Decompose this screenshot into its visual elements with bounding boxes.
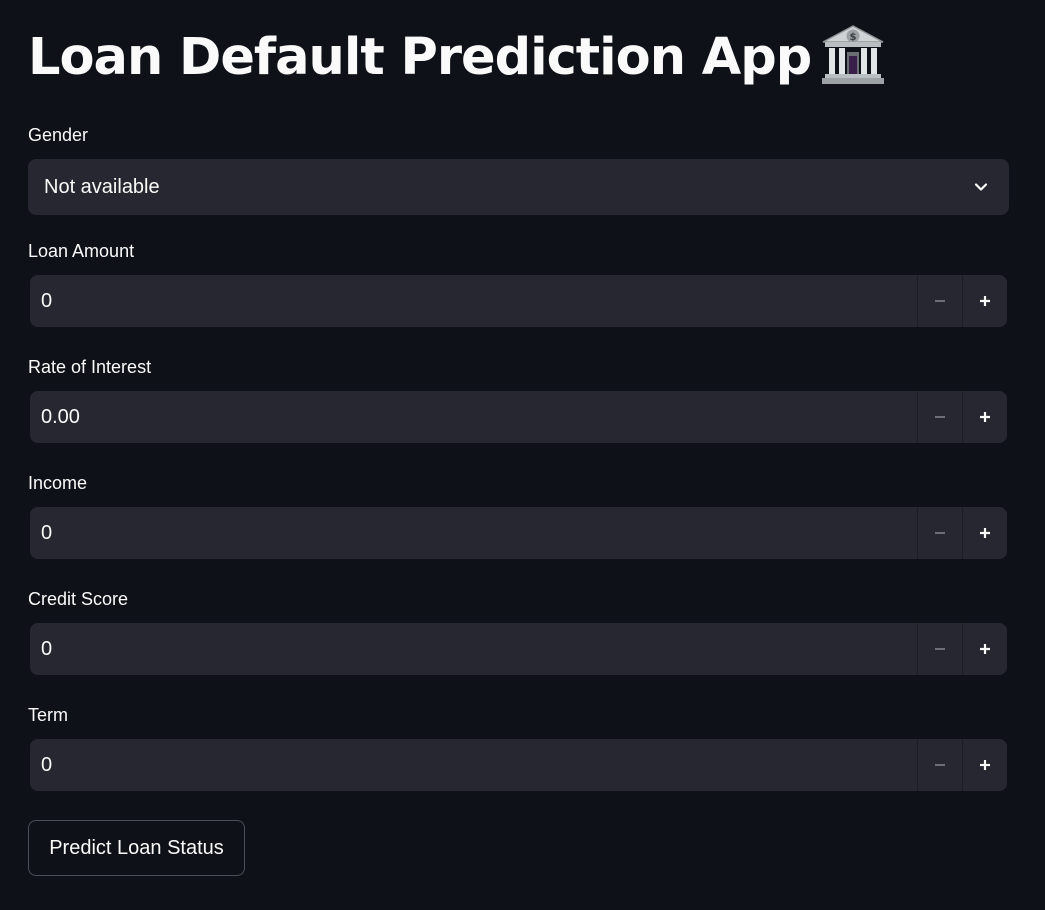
- term-group: Term: [28, 702, 1008, 791]
- term-label: Term: [28, 705, 68, 725]
- plus-icon: [980, 760, 990, 770]
- plus-icon: [980, 296, 990, 306]
- income-increment-button[interactable]: [962, 507, 1007, 559]
- predict-loan-status-button[interactable]: Predict Loan Status: [28, 820, 245, 876]
- rate-of-interest-input[interactable]: [30, 391, 917, 443]
- loan-amount-field: [30, 275, 1007, 327]
- gender-select[interactable]: Not available: [28, 159, 1009, 215]
- credit-score-decrement-button[interactable]: [917, 623, 962, 675]
- credit-score-increment-button[interactable]: [962, 623, 1007, 675]
- income-input[interactable]: [30, 507, 917, 559]
- minus-icon: [935, 764, 945, 766]
- minus-icon: [935, 416, 945, 418]
- minus-icon: [935, 300, 945, 302]
- income-field: [30, 507, 1007, 559]
- term-input[interactable]: [30, 739, 917, 791]
- rate-of-interest-field: [30, 391, 1007, 443]
- gender-selected-value: Not available: [44, 175, 160, 198]
- income-group: Income: [28, 470, 1008, 559]
- chevron-down-icon: [974, 183, 988, 191]
- loan-amount-group: Loan Amount: [28, 238, 1008, 327]
- credit-score-group: Credit Score: [28, 586, 1008, 675]
- plus-icon: [980, 528, 990, 538]
- rate-of-interest-increment-button[interactable]: [962, 391, 1007, 443]
- plus-icon: [980, 644, 990, 654]
- loan-amount-label: Loan Amount: [28, 241, 135, 261]
- app-page: Loan Default Prediction App $ Gender Not…: [0, 0, 1045, 910]
- term-increment-button[interactable]: [962, 739, 1007, 791]
- credit-score-label: Credit Score: [28, 589, 129, 609]
- bank-building-icon: $: [822, 25, 885, 84]
- page-title: Loan Default Prediction App: [28, 27, 812, 87]
- svg-text:$: $: [850, 32, 857, 43]
- rate-of-interest-decrement-button[interactable]: [917, 391, 962, 443]
- header: Loan Default Prediction App $: [28, 0, 1008, 118]
- term-field: [30, 739, 1007, 791]
- credit-score-input[interactable]: [30, 623, 917, 675]
- loan-amount-input[interactable]: [30, 275, 917, 327]
- credit-score-field: [30, 623, 1007, 675]
- term-decrement-button[interactable]: [917, 739, 962, 791]
- loan-amount-decrement-button[interactable]: [917, 275, 962, 327]
- loan-amount-increment-button[interactable]: [962, 275, 1007, 327]
- gender-group: Gender Not available: [28, 122, 1009, 215]
- minus-icon: [935, 532, 945, 534]
- minus-icon: [935, 648, 945, 650]
- income-label: Income: [28, 473, 88, 493]
- income-decrement-button[interactable]: [917, 507, 962, 559]
- gender-label: Gender: [28, 125, 89, 145]
- plus-icon: [980, 412, 990, 422]
- rate-of-interest-group: Rate of Interest: [28, 354, 1008, 443]
- rate-of-interest-label: Rate of Interest: [28, 357, 152, 377]
